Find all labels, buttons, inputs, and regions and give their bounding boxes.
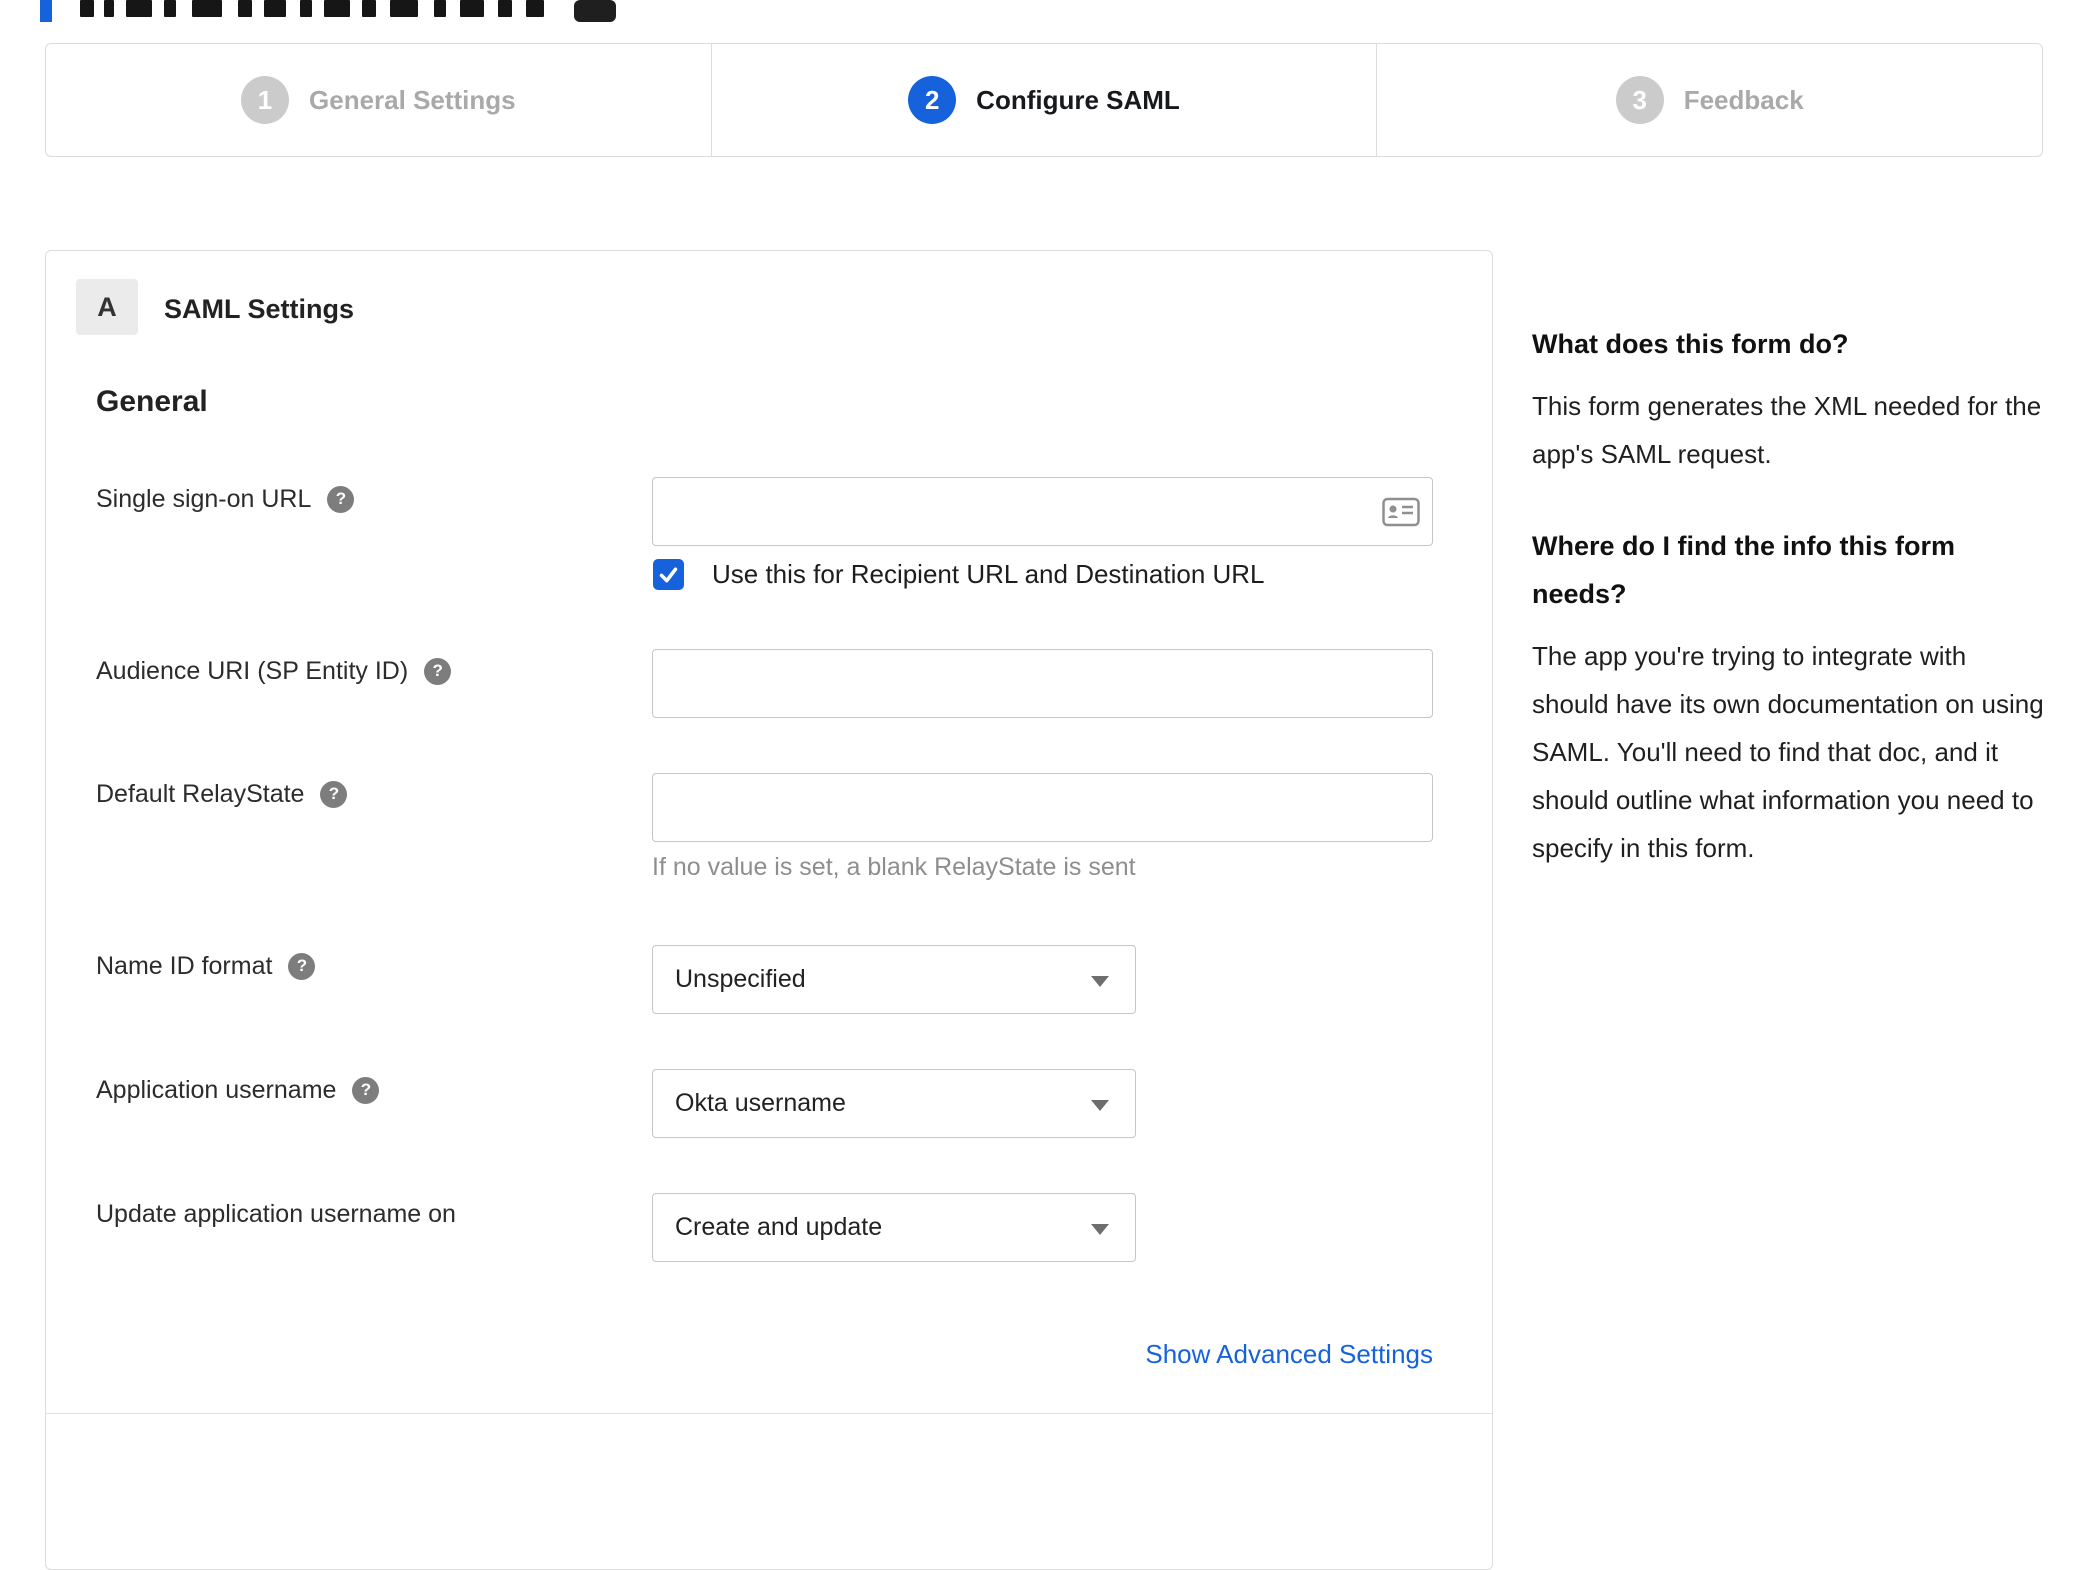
step-number-badge: 2: [908, 76, 957, 124]
help-column: What does this form do? This form genera…: [1532, 320, 2047, 916]
update-username-select[interactable]: Create and update: [652, 1193, 1136, 1262]
step-number-badge: 3: [1615, 76, 1664, 124]
app-username-label-row: Application username ?: [96, 1072, 380, 1108]
step-general-settings[interactable]: 1 General Settings: [46, 44, 711, 156]
step-configure-saml[interactable]: 2 Configure SAML: [710, 44, 1377, 156]
update-username-label: Update application username on: [96, 1199, 456, 1228]
sso-url-label: Single sign-on URL: [96, 484, 312, 513]
audience-uri-label: Audience URI (SP Entity ID): [96, 656, 409, 685]
step-feedback[interactable]: 3 Feedback: [1376, 44, 2042, 156]
step-number-badge: 1: [241, 76, 290, 124]
wizard-stepper: 1 General Settings 2 Configure SAML 3 Fe…: [45, 43, 2043, 157]
relaystate-input[interactable]: [652, 773, 1433, 842]
chevron-down-icon: [1091, 1100, 1109, 1111]
show-advanced-settings-link[interactable]: Show Advanced Settings: [1145, 1339, 1433, 1370]
relaystate-help-icon[interactable]: ?: [320, 780, 348, 808]
general-section-title: General: [96, 385, 208, 418]
recipient-url-checkbox-label[interactable]: Use this for Recipient URL and Destinati…: [712, 559, 1265, 590]
nameid-format-label: Name ID format: [96, 951, 273, 980]
step-label: General Settings: [309, 84, 516, 115]
clipped-app-logo: [574, 0, 616, 22]
nameid-format-value: Unspecified: [675, 965, 806, 993]
sso-url-help-icon[interactable]: ?: [327, 485, 355, 513]
chevron-down-icon: [1091, 976, 1109, 987]
relaystate-label-row: Default RelayState ?: [96, 776, 348, 812]
checkmark-icon: [659, 567, 678, 583]
app-username-value: Okta username: [675, 1089, 846, 1117]
update-username-label-row: Update application username on: [96, 1196, 456, 1232]
app-username-label: Application username: [96, 1075, 337, 1104]
update-username-value: Create and update: [675, 1213, 883, 1241]
section-divider: [46, 1413, 1492, 1414]
sso-url-label-row: Single sign-on URL ?: [96, 481, 355, 517]
clipped-accent-bar: [40, 0, 52, 22]
saml-settings-panel: A SAML Settings General Single sign-on U…: [45, 250, 1493, 1570]
help-question-1: What does this form do?: [1532, 329, 1849, 359]
sso-url-input[interactable]: [652, 477, 1433, 546]
relaystate-hint: If no value is set, a blank RelayState i…: [652, 853, 1136, 881]
audience-uri-help-icon[interactable]: ?: [424, 657, 452, 685]
relaystate-label: Default RelayState: [96, 779, 305, 808]
app-username-select[interactable]: Okta username: [652, 1069, 1136, 1138]
recipient-url-checkbox[interactable]: [653, 559, 684, 590]
nameid-format-select[interactable]: Unspecified: [652, 945, 1136, 1014]
audience-uri-input[interactable]: [652, 649, 1433, 718]
clipped-page-title: [40, 0, 660, 22]
help-answer-1: This form generates the XML needed for t…: [1532, 391, 2042, 469]
help-question-2: Where do I find the info this form needs…: [1532, 531, 1955, 609]
contact-card-icon[interactable]: [1382, 497, 1420, 527]
nameid-format-help-icon[interactable]: ?: [288, 952, 316, 980]
section-a-badge: A: [76, 279, 138, 335]
step-label: Feedback: [1683, 84, 1804, 115]
panel-title: SAML Settings: [164, 294, 355, 324]
app-username-help-icon[interactable]: ?: [352, 1076, 380, 1104]
step-label: Configure SAML: [976, 84, 1180, 115]
chevron-down-icon: [1091, 1224, 1109, 1235]
nameid-format-label-row: Name ID format ?: [96, 948, 316, 984]
help-answer-2: The app you're trying to integrate with …: [1532, 641, 2044, 863]
audience-uri-label-row: Audience URI (SP Entity ID) ?: [96, 653, 452, 689]
